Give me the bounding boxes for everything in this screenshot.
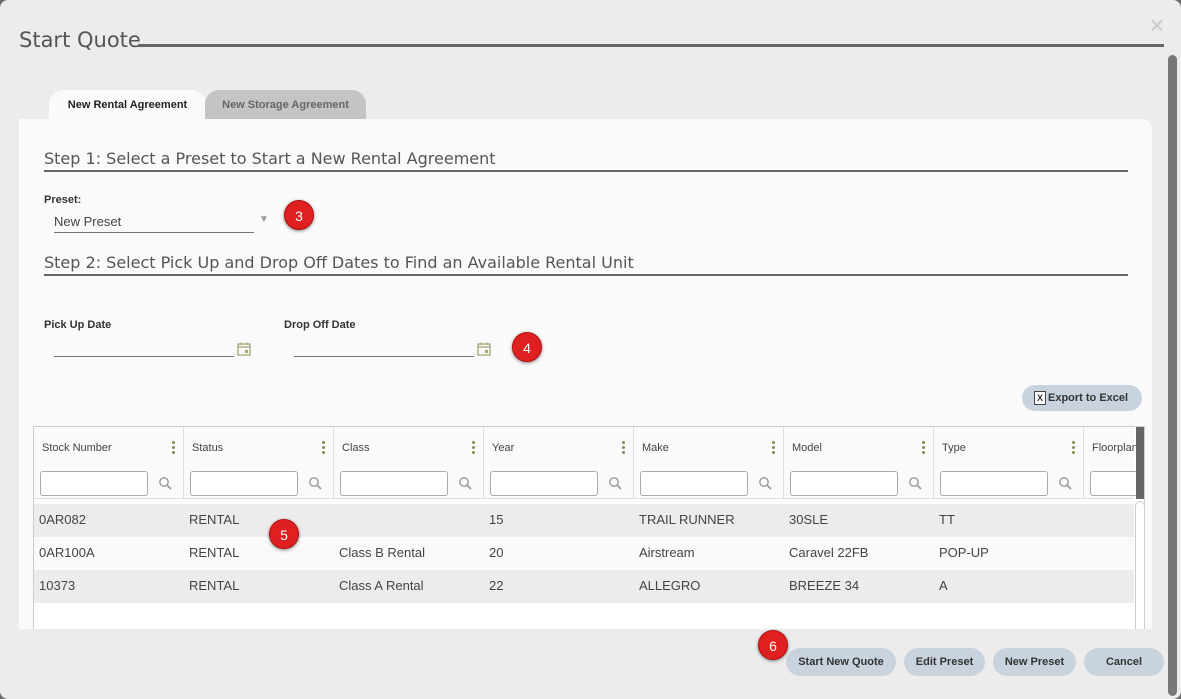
table-row[interactable]: 0AR100A RENTAL Class B Rental 20 Airstre… (34, 537, 1134, 570)
filter-input-status[interactable] (190, 471, 298, 496)
cell-model: 30SLE (789, 512, 829, 527)
filter-input-make[interactable] (640, 471, 748, 496)
edit-preset-button[interactable]: Edit Preset (904, 648, 985, 676)
cell-type: TT (939, 512, 955, 527)
column-stock-number: Stock Number (34, 427, 184, 499)
filter-input-stock-number[interactable] (40, 471, 148, 496)
step1-divider (44, 170, 1128, 172)
pickup-date-input[interactable] (54, 335, 234, 357)
filter-input-type[interactable] (940, 471, 1048, 496)
column-title: Year (492, 442, 515, 454)
search-icon[interactable] (158, 476, 172, 490)
column-status: Status (184, 427, 334, 499)
calendar-icon[interactable] (237, 342, 251, 356)
step1-heading: Step 1: Select a Preset to Start a New R… (44, 149, 496, 168)
search-icon[interactable] (908, 476, 922, 490)
export-to-excel-button[interactable]: X Export to Excel (1022, 385, 1142, 411)
table-row[interactable]: 0AR082 RENTAL 15 TRAIL RUNNER 30SLE TT (34, 504, 1134, 537)
rental-units-grid: Stock Number Status Class Year Make Mode… (33, 426, 1145, 629)
column-menu-icon[interactable] (770, 441, 776, 455)
new-preset-button[interactable]: New Preset (993, 648, 1076, 676)
cell-stock-number: 0AR100A (39, 545, 95, 560)
calendar-icon[interactable] (477, 342, 491, 356)
cell-status: RENTAL (189, 545, 240, 560)
filter-input-model[interactable] (790, 471, 898, 496)
start-quote-dialog: Start Quote × New Rental Agreement New S… (0, 0, 1181, 699)
cell-model: BREEZE 34 (789, 578, 860, 593)
column-title: Make (642, 442, 669, 454)
close-icon[interactable]: × (1146, 12, 1168, 38)
cell-model: Caravel 22FB (789, 545, 869, 560)
table-row[interactable]: 10373 RENTAL Class A Rental 22 ALLEGRO B… (34, 570, 1134, 603)
step2-divider (44, 274, 1128, 276)
column-title: Floorplan (1092, 442, 1138, 454)
cell-stock-number: 0AR082 (39, 512, 86, 527)
dropoff-date-label: Drop Off Date (284, 319, 356, 331)
cell-class: Class B Rental (339, 545, 425, 560)
grid-header: Stock Number Status Class Year Make Mode… (34, 427, 1144, 499)
search-icon[interactable] (608, 476, 622, 490)
column-title: Status (192, 442, 224, 454)
tab-new-rental-agreement[interactable]: New Rental Agreement (49, 90, 206, 120)
preset-label: Preset: (44, 194, 82, 206)
cell-status: RENTAL (189, 578, 240, 593)
dialog-scrollbar[interactable] (1168, 55, 1177, 696)
cell-stock-number: 10373 (39, 578, 76, 593)
column-make: Make (634, 427, 784, 499)
column-title: Model (792, 442, 822, 454)
column-menu-icon[interactable] (1070, 441, 1076, 455)
search-icon[interactable] (458, 476, 472, 490)
preset-select[interactable]: New Preset (54, 212, 254, 233)
column-title: Stock Number (42, 442, 112, 454)
cell-make: TRAIL RUNNER (639, 512, 735, 527)
column-menu-icon[interactable] (620, 441, 626, 455)
search-icon[interactable] (308, 476, 322, 490)
search-icon[interactable] (758, 476, 772, 490)
column-menu-icon[interactable] (470, 441, 476, 455)
cell-type: A (939, 578, 948, 593)
column-class: Class (334, 427, 484, 499)
cell-type: POP-UP (939, 545, 989, 560)
column-menu-icon[interactable] (920, 441, 926, 455)
tab-panel: Step 1: Select a Preset to Start a New R… (19, 119, 1152, 629)
export-label: Export to Excel (1048, 392, 1129, 404)
column-title: Class (342, 442, 370, 454)
dropoff-date-input[interactable] (294, 335, 474, 357)
annotation-marker-4: 4 (512, 332, 542, 362)
annotation-marker-3: 3 (284, 200, 314, 230)
cell-make: Airstream (639, 545, 695, 560)
cell-status: RENTAL (189, 512, 240, 527)
column-type: Type (934, 427, 1084, 499)
cell-year: 20 (489, 545, 504, 560)
excel-icon: X (1034, 391, 1046, 405)
column-year: Year (484, 427, 634, 499)
column-model: Model (784, 427, 934, 499)
tab-new-storage-agreement[interactable]: New Storage Agreement (205, 90, 366, 120)
grid-scrollbar-track[interactable] (1135, 501, 1144, 629)
search-icon[interactable] (1058, 476, 1072, 490)
step2-heading: Step 2: Select Pick Up and Drop Off Date… (44, 253, 634, 272)
annotation-marker-6: 6 (758, 630, 788, 660)
filter-input-year[interactable] (490, 471, 598, 496)
cell-year: 15 (489, 512, 504, 527)
column-menu-icon[interactable] (320, 441, 326, 455)
cell-class: Class A Rental (339, 578, 424, 593)
title-divider (138, 44, 1164, 47)
cancel-button[interactable]: Cancel (1084, 648, 1164, 676)
cell-year: 22 (489, 578, 504, 593)
annotation-marker-5: 5 (269, 519, 299, 549)
pickup-date-label: Pick Up Date (44, 319, 112, 331)
grid-header-scrollbar[interactable] (1136, 427, 1144, 499)
column-menu-icon[interactable] (170, 441, 176, 455)
chevron-down-icon[interactable]: ▼ (259, 215, 269, 225)
filter-input-class[interactable] (340, 471, 448, 496)
cell-make: ALLEGRO (639, 578, 701, 593)
column-title: Type (942, 442, 966, 454)
dialog-title: Start Quote (19, 28, 141, 52)
start-new-quote-button[interactable]: Start New Quote (786, 648, 896, 676)
